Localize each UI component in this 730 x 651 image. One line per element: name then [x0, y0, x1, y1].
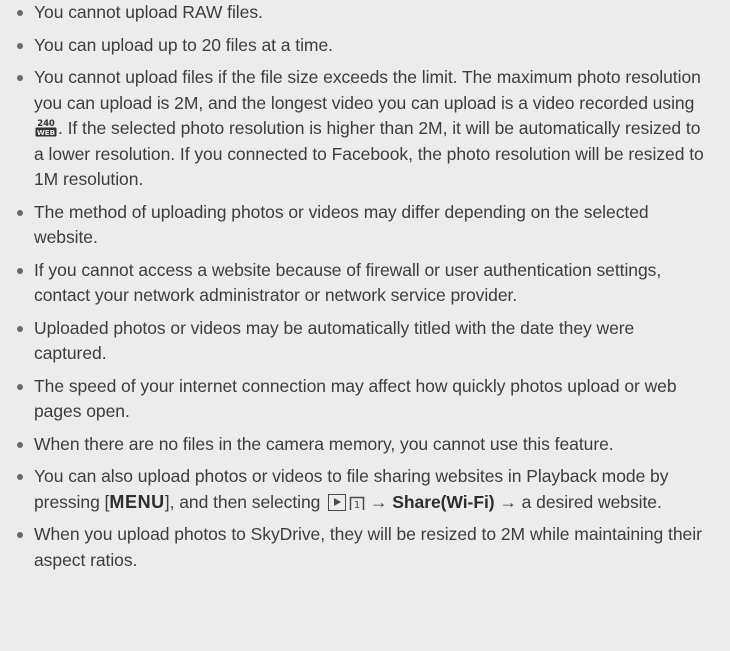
list-item: When you upload photos to SkyDrive, they…: [0, 522, 730, 573]
list-item: When there are no files in the camera me…: [0, 432, 730, 458]
tab-number: 1: [354, 500, 360, 511]
note-text-part: ], and then selecting: [164, 491, 326, 512]
note-text-part: You cannot upload files if the file size…: [34, 67, 701, 113]
list-item: You can also upload photos or videos to …: [0, 464, 730, 515]
playback-icon: [328, 493, 347, 511]
note-text: The speed of your internet connection ma…: [34, 375, 677, 422]
note-text: You cannot upload RAW files.: [34, 2, 263, 22]
share-label: Share(Wi-Fi): [392, 491, 495, 512]
note-text: You can also upload photos or videos to …: [34, 466, 669, 512]
tab-1-icon: 1: [349, 494, 365, 511]
240-web-video-size-icon: 240 WEB: [35, 119, 57, 137]
list-item: Uploaded photos or videos may be automat…: [0, 316, 730, 367]
list-item: If you cannot access a website because o…: [0, 258, 730, 309]
note-text: The method of uploading photos or videos…: [34, 201, 649, 248]
list-item: You can upload up to 20 files at a time.: [0, 33, 730, 59]
note-text: Uploaded photos or videos may be automat…: [34, 317, 635, 364]
icon-label-bottom: WEB: [37, 128, 55, 137]
note-text: You can upload up to 20 files at a time.: [34, 34, 333, 55]
list-item: The method of uploading photos or videos…: [0, 200, 730, 251]
notes-list: You cannot upload RAW files. You can upl…: [0, 0, 730, 580]
arrow: →: [365, 491, 393, 512]
list-item: The speed of your internet connection ma…: [0, 374, 730, 425]
list-item: You cannot upload RAW files.: [0, 0, 730, 26]
note-text: When there are no files in the camera me…: [34, 433, 614, 454]
note-text: If you cannot access a website because o…: [34, 259, 662, 306]
menu-key-label: MENU: [109, 491, 165, 512]
note-text: When you upload photos to SkyDrive, they…: [34, 524, 702, 570]
note-text: You cannot upload files if the file size…: [34, 67, 704, 189]
arrow: →: [494, 491, 517, 512]
note-text-part: a desired website.: [516, 491, 662, 512]
note-text-part: . If the selected photo resolution is hi…: [34, 118, 704, 189]
list-item: You cannot upload files if the file size…: [0, 65, 730, 193]
